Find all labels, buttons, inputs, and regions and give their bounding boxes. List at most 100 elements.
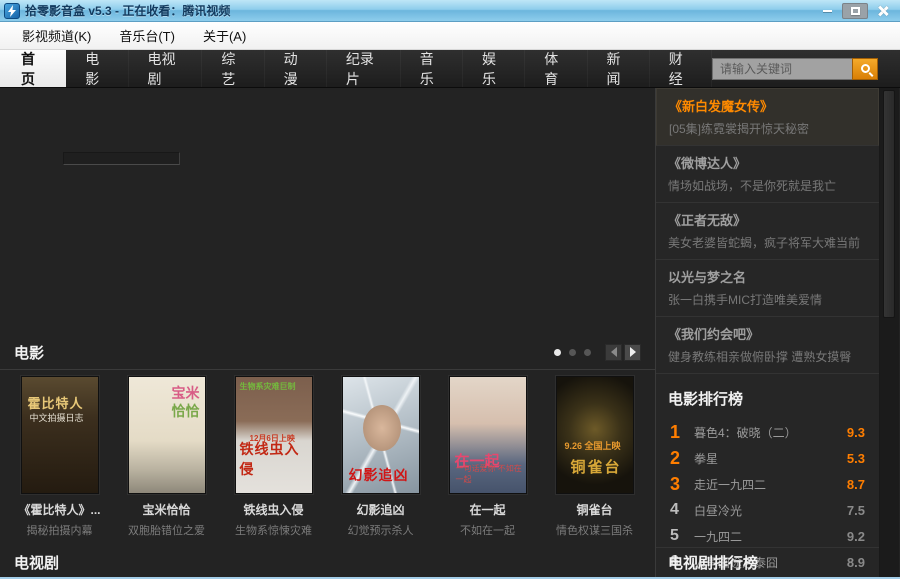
- movie-title[interactable]: 宝米恰恰: [142, 501, 190, 518]
- news-subtitle: 情场如战场，不是你死就是我亡: [668, 177, 867, 194]
- news-title: 以光与梦之名: [668, 267, 867, 286]
- news-item[interactable]: 以光与梦之名 张一白携手MIC打造唯美爱情: [656, 260, 879, 317]
- poster-text: 恰恰: [172, 401, 200, 421]
- movie-list: 霍比特人 中文拍摄日志 《霍比特人》... 揭秘拍摄内幕 宝米 恰恰 宝米恰恰 …: [0, 370, 655, 538]
- rank-score: 9.2: [847, 529, 865, 544]
- rank-score: 7.5: [847, 503, 865, 518]
- chevron-right-icon: [630, 347, 636, 357]
- movie-title[interactable]: 《霍比特人》...: [18, 501, 100, 518]
- tab-variety[interactable]: 综艺: [202, 50, 264, 87]
- app-window: 拾零影音盒 v5.3 - 正在收看：腾讯视频 影视频道(K) 音乐台(T) 关于…: [0, 0, 900, 579]
- chevron-left-icon: [611, 347, 617, 357]
- tab-entertainment[interactable]: 娱乐: [463, 50, 525, 87]
- poster-text: 铁线虫入侵: [240, 439, 312, 479]
- news-item[interactable]: 《微博达人》 情场如战场，不是你死就是我亡: [656, 146, 879, 203]
- tab-home[interactable]: 首页: [0, 50, 66, 87]
- main-column: 电影 霍比特人 中文拍摄日志: [0, 88, 656, 577]
- menu-music-station[interactable]: 音乐台(T): [105, 22, 189, 49]
- titlebar[interactable]: 拾零影音盒 v5.3 - 正在收看：腾讯视频: [0, 0, 900, 22]
- player-area: [0, 88, 655, 335]
- minimize-icon: [823, 10, 832, 12]
- poster-text: 宝米: [172, 383, 200, 403]
- movie-poster[interactable]: 宝米 恰恰: [128, 376, 206, 494]
- prev-page-button[interactable]: [605, 344, 622, 361]
- rank-number: 3: [670, 474, 694, 495]
- poster-text: 中文拍摄日志: [30, 411, 84, 424]
- app-logo-icon: [4, 3, 20, 19]
- search-button[interactable]: [852, 58, 878, 80]
- movies-section-header: 电影: [0, 335, 655, 369]
- scrollbar-thumb[interactable]: [883, 90, 895, 318]
- movie-card-huanying[interactable]: 幻影追凶 幻影追凶 幻觉预示杀人: [327, 376, 434, 538]
- movie-subtitle: 不如在一起: [460, 522, 515, 538]
- movie-subtitle: 幻觉预示杀人: [348, 522, 414, 538]
- ranking-row[interactable]: 5 一九四二 9.2: [656, 523, 879, 549]
- movie-card-baomi[interactable]: 宝米 恰恰 宝米恰恰 双胞胎错位之爱: [113, 376, 220, 538]
- movie-card-hobbit[interactable]: 霍比特人 中文拍摄日志 《霍比特人》... 揭秘拍摄内幕: [6, 376, 113, 538]
- movie-title[interactable]: 在一起: [469, 501, 505, 518]
- movie-card-zaiyiqi[interactable]: 在一起 一句话爱你 不如在一起 在一起 不如在一起: [434, 376, 541, 538]
- maximize-button[interactable]: [842, 3, 868, 19]
- news-subtitle: 健身教练相亲做俯卧撑 遭熟女摸臀: [668, 348, 867, 365]
- tab-news[interactable]: 新闻: [588, 50, 650, 87]
- news-subtitle: 张一白携手MIC打造唯美爱情: [668, 291, 867, 308]
- rank-score: 9.3: [847, 425, 865, 440]
- news-title: 《微博达人》: [668, 153, 867, 172]
- movie-title[interactable]: 铁线虫入侵: [243, 501, 303, 518]
- news-item[interactable]: 《我们约会吧》 健身教练相亲做俯卧撑 遭熟女摸臀: [656, 317, 879, 374]
- window-title: 拾零影音盒 v5.3 - 正在收看：腾讯视频: [25, 2, 814, 19]
- tab-sports[interactable]: 体育: [525, 50, 587, 87]
- ranking-row[interactable]: 2 拳星 5.3: [656, 445, 879, 471]
- sidebar: 《新白发魔女传》 [05集]练霓裳揭开惊天秘密 《微博达人》 情场如战场，不是你…: [656, 88, 880, 577]
- menu-video-channel[interactable]: 影视频道(K): [8, 22, 105, 49]
- rank-title: 走近一九四二: [694, 476, 847, 493]
- next-page-button[interactable]: [624, 344, 641, 361]
- rank-title: 白昼冷光: [694, 502, 847, 519]
- tab-movies[interactable]: 电影: [66, 50, 128, 87]
- loading-placeholder: [63, 152, 180, 165]
- tab-finance[interactable]: 财经: [650, 50, 712, 87]
- movie-poster[interactable]: 在一起 一句话爱你 不如在一起: [449, 376, 527, 494]
- page-dot-1[interactable]: [554, 349, 561, 356]
- tab-tv-series[interactable]: 电视剧: [129, 50, 203, 87]
- movie-poster[interactable]: 9.26 全国上映 铜雀台: [556, 376, 634, 494]
- movie-card-tongqueta[interactable]: 9.26 全国上映 铜雀台 铜雀台 情色权谋三国杀: [541, 376, 648, 538]
- close-icon: [878, 6, 888, 16]
- tab-documentary[interactable]: 纪录片: [327, 50, 401, 87]
- rank-title: 一九四二: [694, 528, 847, 545]
- news-item[interactable]: 《正者无敌》 美女老婆皆蛇蝎，疯子将军大难当前: [656, 203, 879, 260]
- movie-title[interactable]: 铜雀台: [576, 501, 612, 518]
- news-subtitle: 美女老婆皆蛇蝎，疯子将军大难当前: [668, 234, 867, 251]
- movie-poster[interactable]: 生物系灾难巨制 12月6日上映 铁线虫入侵: [235, 376, 313, 494]
- page-dot-2[interactable]: [569, 349, 576, 356]
- ranking-row[interactable]: 3 走近一九四二 8.7: [656, 471, 879, 497]
- poster-text: 一句话爱你 不如在一起: [456, 463, 526, 485]
- news-list: 《新白发魔女传》 [05集]练霓裳揭开惊天秘密 《微博达人》 情场如战场，不是你…: [656, 88, 879, 374]
- ranking-row[interactable]: 1 暮色4：破晓（二） 9.3: [656, 419, 879, 445]
- tab-anime[interactable]: 动漫: [265, 50, 327, 87]
- poster-text: 霍比特人: [28, 393, 84, 412]
- ranking-row[interactable]: 4 白昼冷光 7.5: [656, 497, 879, 523]
- tv-section-header: 电视剧: [0, 547, 655, 577]
- search-input[interactable]: [712, 58, 852, 80]
- page-dot-3[interactable]: [584, 349, 591, 356]
- movies-section-title: 电影: [14, 342, 44, 363]
- close-button[interactable]: [870, 3, 896, 19]
- menu-about[interactable]: 关于(A): [189, 22, 260, 49]
- movie-poster[interactable]: 霍比特人 中文拍摄日志: [21, 376, 99, 494]
- movie-card-tiexianchong[interactable]: 生物系灾难巨制 12月6日上映 铁线虫入侵 铁线虫入侵 生物系惊悚灾难: [220, 376, 327, 538]
- movie-poster[interactable]: 幻影追凶: [342, 376, 420, 494]
- movies-pager: [554, 344, 641, 361]
- movie-title[interactable]: 幻影追凶: [356, 501, 404, 518]
- rank-title: 拳星: [694, 450, 847, 467]
- tv-ranking-title: 电视剧排行榜: [656, 547, 879, 577]
- tab-music[interactable]: 音乐: [401, 50, 463, 87]
- maximize-icon: [851, 7, 860, 15]
- news-item[interactable]: 《新白发魔女传》 [05集]练霓裳揭开惊天秘密: [656, 88, 879, 146]
- news-title: 《正者无敌》: [668, 210, 867, 229]
- scrollbar-track[interactable]: [880, 88, 899, 577]
- navbar: 首页 电影 电视剧 综艺 动漫 纪录片 音乐 娱乐 体育 新闻 财经: [0, 50, 900, 88]
- minimize-button[interactable]: [814, 3, 840, 19]
- rank-score: 8.7: [847, 477, 865, 492]
- search-icon: [861, 64, 870, 73]
